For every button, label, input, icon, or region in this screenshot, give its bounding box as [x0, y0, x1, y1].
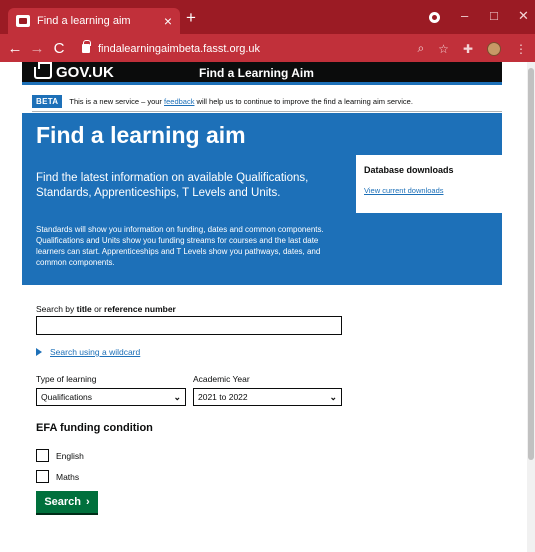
govuk-logo[interactable]: GOV.UK — [34, 62, 114, 81]
wildcard-link[interactable]: Search using a wildcard — [50, 347, 140, 357]
feedback-link[interactable]: feedback — [164, 97, 194, 106]
browser-tabstrip: Find a learning aim × + – □ ✕ — [0, 0, 535, 34]
search-form: Search by title or reference number Sear… — [36, 304, 496, 513]
zoom-icon[interactable]: ⌕ — [417, 41, 424, 56]
hero-body: Standards will show you information on f… — [36, 225, 324, 267]
search-label-or: or — [91, 304, 105, 314]
search-label: Search by title or reference number — [36, 304, 496, 314]
govuk-favicon-icon — [16, 15, 30, 27]
page-viewport: GOV.UK Find a Learning Aim BETA This is … — [0, 62, 527, 552]
search-label-title: title — [76, 304, 92, 314]
academic-year-label: Academic Year — [193, 374, 250, 384]
type-of-learning-value: Qualifications — [41, 392, 93, 402]
tab-close-icon[interactable]: × — [164, 14, 172, 28]
page-scrollbar[interactable] — [527, 62, 535, 552]
chevron-right-icon: › — [86, 496, 90, 508]
maths-checkbox[interactable] — [36, 470, 49, 483]
lock-icon[interactable] — [82, 40, 91, 53]
english-checkbox-row[interactable]: English — [36, 449, 84, 462]
phase-banner: BETA This is a new service – your feedba… — [32, 92, 502, 112]
search-input[interactable] — [36, 316, 342, 335]
media-indicator-icon[interactable] — [429, 12, 440, 23]
extensions-icon[interactable]: ✚ — [463, 42, 473, 56]
database-downloads-panel: Database downloads View current download… — [356, 155, 502, 213]
reload-button[interactable]: C — [48, 40, 70, 57]
scrollbar-thumb[interactable] — [528, 68, 534, 460]
bookmark-star-icon[interactable]: ☆ — [438, 42, 449, 56]
browser-menu-icon[interactable]: ⋮ — [515, 42, 527, 56]
academic-year-select[interactable]: 2021 to 2022 ⌄ — [193, 388, 342, 406]
new-tab-button[interactable]: + — [186, 9, 196, 26]
english-checkbox[interactable] — [36, 449, 49, 462]
search-label-prefix: Search by — [36, 304, 77, 314]
search-button[interactable]: Search › — [36, 491, 98, 513]
type-of-learning-select[interactable]: Qualifications ⌄ — [36, 388, 186, 406]
window-close-button[interactable]: ✕ — [518, 8, 529, 24]
phase-text-after: will help us to continue to improve the … — [194, 97, 413, 106]
type-of-learning-label: Type of learning — [36, 374, 97, 384]
academic-year-value: 2021 to 2022 — [198, 392, 248, 402]
english-checkbox-label[interactable]: English — [56, 451, 84, 461]
browser-tab[interactable]: Find a learning aim × — [8, 8, 180, 34]
downloads-heading: Database downloads — [364, 165, 454, 175]
chevron-down-icon: ⌄ — [329, 391, 337, 402]
triangle-right-icon — [36, 348, 42, 356]
forward-button[interactable]: → — [26, 40, 48, 57]
maths-checkbox-row[interactable]: Maths — [36, 470, 79, 483]
efa-funding-heading: EFA funding condition — [36, 422, 153, 434]
maximize-button[interactable]: □ — [490, 8, 498, 23]
hero-banner: Find a learning aim Find the latest info… — [22, 113, 502, 285]
crown-icon — [34, 62, 52, 79]
phase-banner-text: This is a new service – your feedback wi… — [69, 97, 413, 106]
profile-avatar[interactable] — [487, 41, 501, 56]
maths-checkbox-label[interactable]: Maths — [56, 472, 79, 482]
wildcard-details[interactable]: Search using a wildcard — [36, 347, 140, 357]
beta-tag: BETA — [32, 95, 63, 108]
browser-toolbar: ← → C findalearningaimbeta.fasst.org.uk … — [0, 34, 535, 62]
govuk-header: GOV.UK Find a Learning Aim — [22, 62, 502, 85]
hero-lead: Find the latest information on available… — [36, 172, 309, 199]
url-text[interactable]: findalearningaimbeta.fasst.org.uk — [98, 43, 260, 55]
tab-title: Find a learning aim — [37, 15, 131, 27]
chevron-down-icon: ⌄ — [173, 391, 181, 402]
page-title: Find a learning aim — [36, 122, 246, 148]
back-button[interactable]: ← — [4, 40, 26, 57]
service-name[interactable]: Find a Learning Aim — [199, 66, 314, 80]
govuk-logo-text: GOV.UK — [56, 64, 114, 81]
search-label-reference: reference number — [104, 304, 176, 314]
phase-text-before: This is a new service – your — [69, 97, 165, 106]
view-downloads-link[interactable]: View current downloads — [364, 186, 444, 195]
minimize-button[interactable]: – — [461, 8, 468, 23]
search-button-label: Search — [44, 496, 82, 508]
